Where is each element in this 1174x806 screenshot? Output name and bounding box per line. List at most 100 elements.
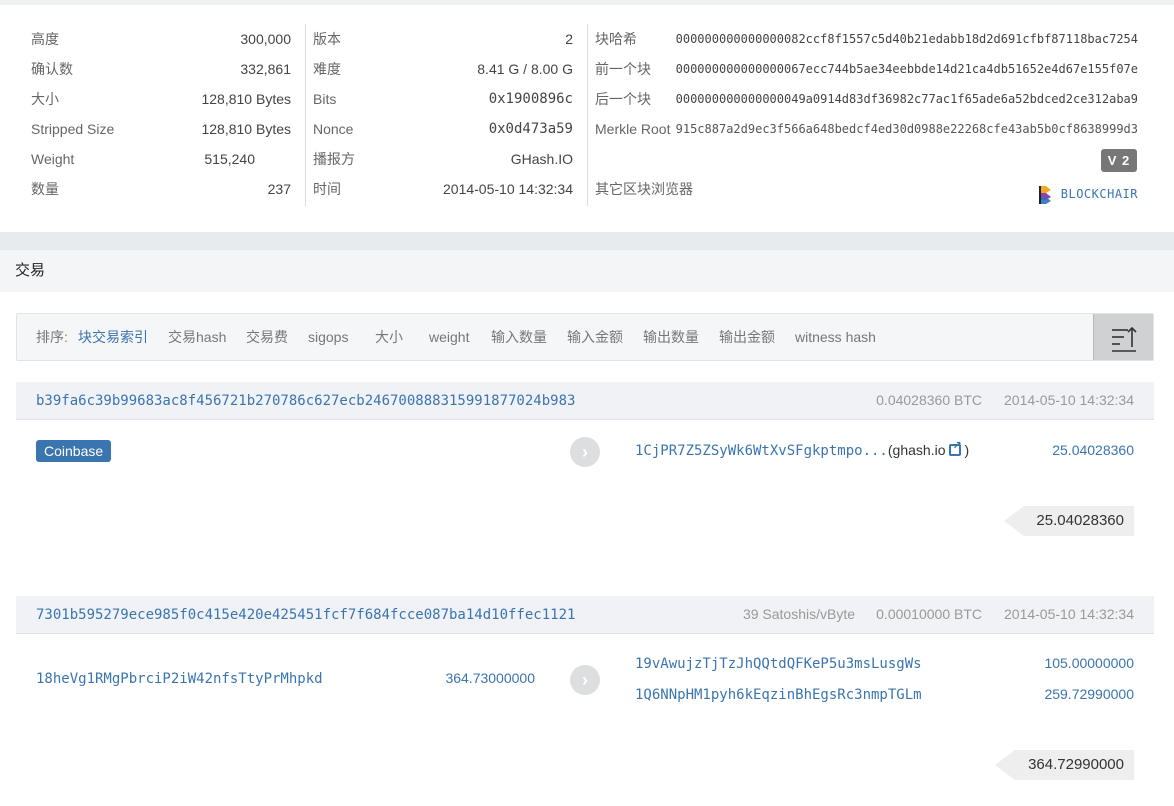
info-row-relayed-by: 播报方 GHash.IO	[313, 144, 573, 174]
column-divider	[587, 24, 588, 206]
info-row-prev-block: 前一个块 000000000000000067ecc744b5ae34eebbd…	[595, 54, 1138, 84]
info-value: 0x0d473a59	[488, 121, 573, 137]
info-label: Weight	[31, 151, 75, 167]
info-value: 128,810 Bytes	[201, 121, 291, 137]
input-amount: 364.73000000	[445, 670, 535, 686]
sort-option-weight[interactable]: weight	[429, 314, 469, 360]
sort-option-size[interactable]: 大小	[375, 314, 403, 360]
output-amount: 105.00000000	[1044, 655, 1134, 671]
tx-hash-link[interactable]: b39fa6c39b99683ac8f456721b270786c627ecb2…	[36, 382, 575, 420]
sort-option-input-amount[interactable]: 输入金额	[567, 314, 623, 360]
info-label: 高度	[31, 31, 59, 47]
info-row-confirmations: 确认数 332,861	[31, 54, 291, 84]
blockchair-logo-icon	[1037, 184, 1053, 206]
sort-bar: 排序: 块交易索引 交易hash 交易费 sigops 大小 weight 输入…	[16, 313, 1154, 361]
coinbase-badge: Coinbase	[36, 440, 112, 462]
info-label: Stripped Size	[31, 121, 115, 137]
section-separator	[0, 232, 1174, 250]
info-row-block-hash: 块哈希 000000000000000082ccf8f1557c5d40b21e…	[595, 24, 1138, 54]
info-label: 时间	[313, 181, 341, 197]
info-row-size: 大小 128,810 Bytes	[31, 84, 291, 114]
output-amount: 25.04028360	[1052, 442, 1134, 458]
info-label: Bits	[313, 91, 337, 107]
info-value: 515,240	[204, 151, 255, 167]
sort-option-witness-hash[interactable]: witness hash	[795, 314, 876, 360]
tx-total: 364.72990000	[995, 750, 1134, 780]
info-label: Merkle Root	[595, 121, 671, 137]
arrow-right-icon: ›	[570, 665, 600, 695]
info-row-height: 高度 300,000	[31, 24, 291, 54]
info-value: 2014-05-10 14:32:34	[443, 181, 573, 197]
version-badge: V 2	[1101, 149, 1137, 172]
output-address-link[interactable]: 1Q6NNpHM1pyh6kEqzinBhEgsRc3nmpTGLm	[635, 687, 922, 703]
transactions-section-title: 交易	[0, 250, 1174, 292]
info-row-time: 时间 2014-05-10 14:32:34	[313, 174, 573, 204]
sort-ascending-icon	[1112, 326, 1137, 352]
top-strip	[0, 0, 1174, 5]
block-info-panel: 高度 300,000 确认数 332,861 大小 128,810 Bytes …	[0, 24, 1174, 214]
sort-option-input-count[interactable]: 输入数量	[491, 314, 547, 360]
next-block-link[interactable]: 000000000000000049a0914d83df36982c77ac1f…	[676, 84, 1138, 114]
info-label: 确认数	[31, 61, 73, 77]
tx-fee: 0.00010000 BTC	[876, 606, 982, 622]
external-link-icon[interactable]	[949, 439, 962, 456]
blockchair-label: BLOCKCHAIR	[1060, 187, 1138, 201]
info-label: Nonce	[313, 121, 354, 137]
info-label: 其它区块浏览器	[595, 181, 693, 197]
info-value: 2	[565, 31, 573, 47]
input-address-link[interactable]: 18heVg1RMgPbrciP2iW42nfsTtyPrMhpkd	[36, 671, 323, 687]
info-value: 237	[267, 181, 291, 197]
column-divider	[305, 24, 306, 206]
info-value: 0x1900896c	[488, 91, 573, 107]
tx-header: 7301b595279ece985f0c415e420e425451fcf7f6…	[16, 596, 1154, 634]
info-value: 128,810 Bytes	[201, 91, 291, 107]
info-row-version: 版本 2	[313, 24, 573, 54]
info-row-bits: Bits 0x1900896c	[313, 84, 573, 114]
tx-feerate: 39 Satoshis/vByte	[742, 606, 855, 622]
info-row-next-block: 后一个块 000000000000000049a0914d83df36982c7…	[595, 84, 1138, 114]
prev-block-link[interactable]: 000000000000000067ecc744b5ae34eebbde14d2…	[676, 54, 1138, 84]
info-row-nonce: Nonce 0x0d473a59	[313, 114, 573, 144]
sort-prefix: 排序:	[36, 329, 68, 345]
info-label: 版本	[313, 31, 341, 47]
blockchair-link[interactable]: BLOCKCHAIR	[1037, 179, 1138, 209]
sort-option-output-amount[interactable]: 输出金额	[719, 314, 775, 360]
info-value: 332,861	[240, 61, 291, 77]
sort-option-output-count[interactable]: 输出数量	[643, 314, 699, 360]
info-row-difficulty: 难度 8.41 G / 8.00 G	[313, 54, 573, 84]
tx-fee: 0.04028360 BTC	[876, 392, 982, 408]
tx-total: 25.04028360	[1004, 506, 1134, 536]
sort-option-block-index[interactable]: 块交易索引	[78, 314, 148, 360]
output-address-row: 1CjPR7Z5ZSyWk6WtXvSFgkptmpo...(ghash.io)	[635, 439, 969, 459]
info-label: 大小	[31, 91, 59, 107]
info-row-other-explorers: 其它区块浏览器	[595, 174, 795, 204]
tx-hash-link[interactable]: 7301b595279ece985f0c415e420e425451fcf7f6…	[36, 596, 575, 634]
tx-header: b39fa6c39b99683ac8f456721b270786c627ecb2…	[16, 382, 1154, 420]
relayed-by-link[interactable]: GHash.IO	[511, 144, 573, 174]
info-row-merkle-root: Merkle Root 915c887a2d9ec3f566a648bedcf4…	[595, 114, 1138, 144]
sort-option-tx-hash[interactable]: 交易hash	[168, 314, 226, 360]
output-pool-tag: ghash.io	[892, 442, 946, 458]
info-label: 数量	[31, 181, 59, 197]
info-value: 300,000	[240, 31, 291, 47]
output-address-link[interactable]: 19vAwujzTjTzJhQQtdQFKeP5u3msLusgWs	[635, 656, 922, 672]
sort-option-sigops[interactable]: sigops	[308, 314, 348, 360]
info-row-weight: Weight 515,240	[31, 144, 255, 174]
info-value: 8.41 G / 8.00 G	[477, 61, 573, 77]
info-row-count: 数量 237	[31, 174, 291, 204]
block-hash-value[interactable]: 000000000000000082ccf8f1557c5d40b21edabb…	[676, 24, 1138, 54]
output-address-link[interactable]: 1CjPR7Z5ZSyWk6WtXvSFgkptmpo...	[635, 443, 888, 459]
arrow-right-icon: ›	[570, 437, 600, 467]
tx-time: 2014-05-10 14:32:34	[1004, 606, 1134, 622]
info-row-stripped-size: Stripped Size 128,810 Bytes	[31, 114, 291, 144]
info-label: 块哈希	[595, 31, 637, 47]
sort-direction-button[interactable]	[1093, 314, 1153, 360]
sort-option-fee[interactable]: 交易费	[246, 314, 288, 360]
info-label: 前一个块	[595, 61, 651, 77]
tx-time: 2014-05-10 14:32:34	[1004, 392, 1134, 408]
merkle-root-value: 915c887a2d9ec3f566a648bedcf4ed30d0988e22…	[675, 122, 1138, 136]
output-amount: 259.72990000	[1044, 686, 1134, 702]
info-label: 后一个块	[595, 91, 651, 107]
info-label: 难度	[313, 61, 341, 77]
info-label: 播报方	[313, 151, 355, 167]
